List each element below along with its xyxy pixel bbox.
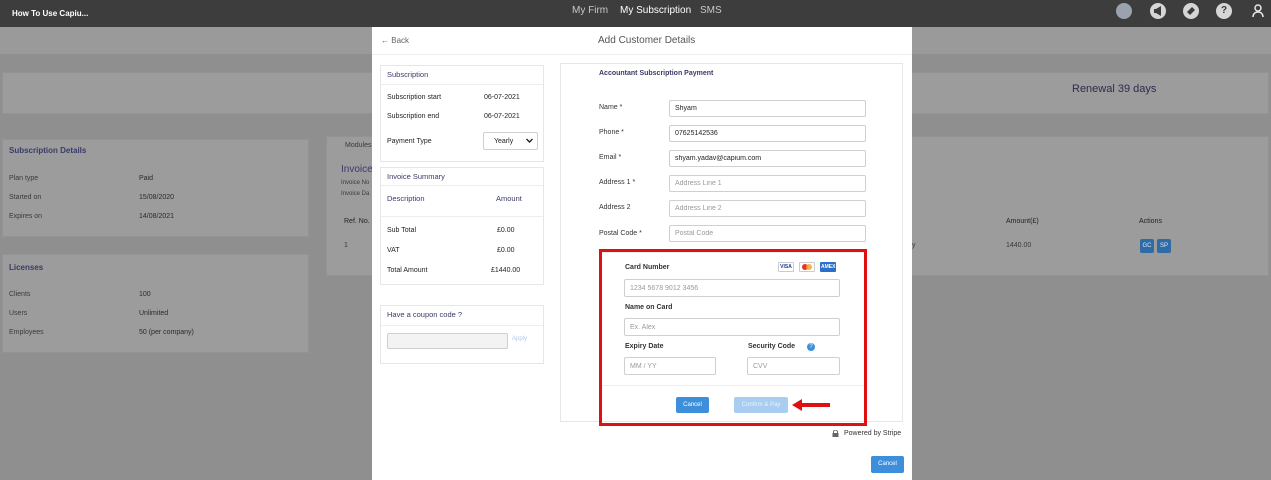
started-on-label: Started on	[9, 194, 42, 201]
arrow-left-icon: ←	[381, 36, 389, 45]
invoice-summary-title: Invoice Summary	[387, 172, 445, 181]
megaphone-icon[interactable]	[1150, 3, 1166, 19]
help-icon[interactable]: ?	[1216, 3, 1232, 19]
invoice-date-label: Invoice Da	[341, 191, 370, 197]
subscription-end-value: 06-07-2021	[484, 113, 520, 120]
modal-cancel-button[interactable]: Cancel	[871, 456, 904, 473]
address1-input[interactable]	[669, 175, 866, 192]
col-ref-no: Ref. No.	[344, 218, 370, 225]
payment-type-label: Payment Type	[387, 138, 432, 145]
subscription-start-label: Subscription start	[387, 94, 442, 101]
expires-on-label: Expires on	[9, 213, 43, 220]
subscription-start-value: 06-07-2021	[484, 94, 520, 101]
row-ref: 1	[344, 242, 348, 249]
employees-label: Employees	[9, 329, 44, 336]
ticket-icon[interactable]	[1183, 3, 1199, 19]
add-customer-modal: ← Back Add Customer Details Subscription…	[372, 27, 912, 480]
expires-on-value: 14/08/2021	[139, 213, 175, 220]
name-label: Name *	[599, 104, 623, 111]
modules-tab[interactable]: Modules	[345, 142, 371, 149]
phone-label: Phone *	[599, 129, 624, 136]
total-amount-label: Total Amount	[387, 267, 428, 274]
col-actions: Actions	[1139, 218, 1162, 225]
divider	[381, 325, 543, 326]
nav-link-sms[interactable]: SMS	[700, 5, 722, 16]
col-description: Description	[387, 194, 425, 203]
nav-link-my-firm[interactable]: My Firm	[572, 5, 608, 16]
back-link[interactable]: ← Back	[381, 36, 409, 45]
invoice-summary-box: Invoice Summary Description Amount Sub T…	[380, 167, 544, 285]
email-label: Email *	[599, 154, 622, 161]
red-arrow-annotation	[792, 399, 832, 411]
subscription-details-title: Subscription Details	[9, 146, 87, 155]
plan-type-value: Paid	[139, 175, 154, 182]
modal-header: ← Back Add Customer Details	[372, 27, 912, 55]
col-amount: Amount	[496, 194, 522, 203]
total-amount-value: £1440.00	[491, 267, 521, 274]
modal-title: Add Customer Details	[598, 35, 696, 46]
invoice-title: Invoice	[341, 164, 373, 175]
address2-input[interactable]	[669, 200, 866, 217]
apply-coupon-button[interactable]: Apply	[512, 336, 527, 342]
payment-form-title: Accountant Subscription Payment	[599, 70, 714, 77]
postal-code-input[interactable]	[669, 225, 866, 242]
email-input[interactable]	[669, 150, 866, 167]
sub-total-value: £0.00	[497, 227, 515, 234]
subscription-box: Subscription Subscription start 06-07-20…	[380, 65, 544, 162]
plan-type-label: Plan type	[9, 175, 39, 182]
vat-value: £0.00	[497, 247, 515, 254]
clients-label: Clients	[9, 291, 31, 298]
address1-label: Address 1 *	[599, 179, 636, 186]
users-label: Users	[9, 310, 28, 317]
payment-type-value: Yearly	[494, 138, 514, 145]
coupon-box: Have a coupon code ? Apply	[380, 305, 544, 364]
divider	[381, 84, 543, 85]
firm-name[interactable]: How To Use Capiu...	[12, 9, 88, 18]
row-amount: 1440.00	[1006, 242, 1032, 249]
divider	[381, 216, 543, 217]
chevron-down-icon	[526, 138, 533, 143]
subscription-box-title: Subscription	[387, 70, 429, 79]
invoice-no-label: Invoice No	[341, 180, 370, 186]
coupon-title: Have a coupon code ?	[387, 310, 463, 319]
vat-label: VAT	[387, 247, 400, 254]
address2-label: Address 2	[599, 204, 631, 211]
phone-input[interactable]	[669, 125, 866, 142]
col-amount: Amount(£)	[1006, 218, 1039, 225]
clients-value: 100	[139, 291, 151, 298]
renewal-text: Renewal 39 days	[1072, 83, 1157, 95]
divider	[381, 185, 543, 186]
licenses-title: Licenses	[9, 263, 44, 272]
nav-link-my-subscription[interactable]: My Subscription	[620, 5, 691, 16]
row-extra: y	[912, 242, 916, 249]
postal-code-label: Postal Code *	[599, 230, 642, 237]
users-value: Unlimited	[139, 310, 169, 317]
top-navigation-bar: How To Use Capiu... My Firm My Subscript…	[0, 0, 1271, 27]
payment-type-select[interactable]: Yearly	[483, 132, 538, 150]
subscription-end-label: Subscription end	[387, 113, 440, 120]
sub-total-label: Sub Total	[387, 227, 417, 234]
subscription-details-panel: Subscription Details Plan type Paid Star…	[2, 139, 309, 237]
gc-button[interactable]: GC	[1140, 239, 1154, 253]
name-input[interactable]	[669, 100, 866, 117]
licenses-panel: Licenses Clients 100 Users Unlimited Emp…	[2, 254, 309, 353]
profile-icon[interactable]	[1250, 3, 1266, 19]
started-on-value: 15/08/2020	[139, 194, 175, 201]
coupon-input[interactable]	[387, 333, 508, 349]
sp-button[interactable]: SP	[1157, 239, 1171, 253]
user-circle-icon[interactable]	[1116, 3, 1132, 19]
back-label: Back	[391, 36, 410, 45]
employees-value: 50 (per company)	[139, 329, 194, 336]
lock-icon	[832, 429, 839, 437]
powered-by-stripe: Powered by Stripe	[844, 430, 902, 437]
